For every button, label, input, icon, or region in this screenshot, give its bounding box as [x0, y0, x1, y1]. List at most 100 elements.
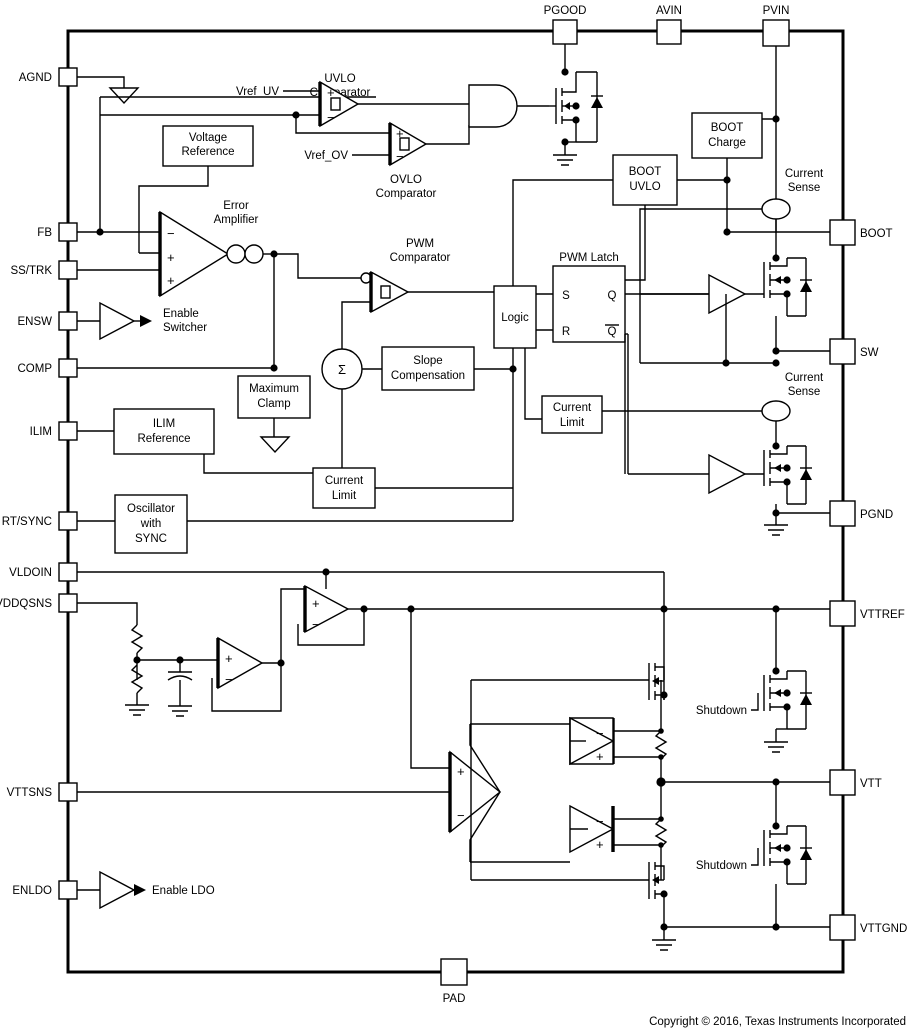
wire-vddqsns-in — [77, 602, 138, 625]
boot-charge-line2: Charge — [708, 137, 746, 149]
pgnd-ground-symbol — [764, 513, 788, 536]
block-current-limit-right: Current Limit — [541, 395, 603, 434]
copyright-notice: Copyright © 2016, Texas Instruments Inco… — [649, 1016, 906, 1028]
pin-label-vttref: VTTREF — [860, 609, 905, 621]
pin-vddqsns[interactable]: VDDQSNS — [0, 593, 78, 613]
osc-line2: with — [140, 518, 161, 530]
low-side-mosfet — [628, 421, 812, 505]
pin-boot[interactable]: BOOT — [829, 219, 893, 246]
ilim-ref-line2: Reference — [137, 433, 190, 445]
pin-pgnd[interactable]: PGND — [829, 500, 893, 527]
max-clamp-line1: Maximum — [249, 383, 299, 395]
pgood-mosfet — [549, 44, 603, 166]
pin-vtt[interactable]: VTT — [829, 769, 882, 796]
pin-label-pgood: PGOOD — [544, 5, 587, 17]
and-gate — [468, 84, 549, 128]
pin-vttref[interactable]: VTTREF — [829, 600, 905, 627]
block-ilim-reference: ILIM Reference — [77, 408, 215, 455]
pin-label-ilim: ILIM — [30, 426, 52, 438]
pin-vttgnd[interactable]: VTTGND — [829, 914, 907, 941]
block-voltage-reference: Voltage Reference — [162, 125, 254, 167]
pin-sw[interactable]: SW — [829, 338, 879, 365]
block-current-limit-lower: Current Limit — [312, 467, 376, 509]
pin-ilim[interactable]: ILIM — [30, 421, 78, 441]
slope-line2: Compensation — [391, 370, 465, 382]
voltage-reference-line2: Reference — [181, 146, 234, 158]
block-boot-charge: BOOT Charge — [691, 112, 763, 159]
pin-label-boot: BOOT — [860, 228, 893, 240]
vtt-sense-resistors — [654, 680, 668, 880]
block-boot-uvlo: BOOT UVLO — [612, 154, 678, 206]
cs-lo-line1: Current — [785, 372, 824, 384]
block-logic: Logic — [493, 285, 537, 349]
pin-pad[interactable]: PAD — [440, 958, 468, 1005]
wire-pwm-minus-in — [341, 301, 371, 352]
pin-avin[interactable]: AVIN — [656, 5, 682, 45]
climit-lo-line1: Current — [325, 475, 364, 487]
buf1-plus: + — [225, 651, 233, 666]
pin-comp[interactable]: COMP — [18, 358, 78, 378]
summing-node: Σ — [321, 348, 382, 468]
wire-ea-to-pwm — [274, 253, 362, 279]
pin-vttsns[interactable]: VTTSNS — [7, 782, 78, 802]
buf2-minus: − — [312, 617, 320, 632]
pin-label-vttgnd: VTTGND — [860, 923, 907, 935]
pin-fb[interactable]: FB — [37, 222, 78, 242]
uvlo-minus: − — [327, 110, 335, 125]
cs-lo-line2: Sense — [788, 386, 821, 398]
boot-charge-line1: BOOT — [711, 122, 744, 134]
junction-fb — [96, 228, 104, 236]
pin-ss-trk[interactable]: SS/TRK — [10, 260, 78, 280]
ovlo-label-line1: OVLO — [390, 174, 422, 186]
ea-out-circle-1 — [226, 244, 246, 264]
enable-switcher: Enable Switcher — [77, 301, 207, 341]
ldo-pass-mosfet-lower — [470, 792, 676, 951]
pin-agnd[interactable]: AGND — [19, 67, 78, 87]
enable-ldo: Enable LDO — [77, 870, 215, 910]
vref-ov-label: Vref_OV — [304, 150, 348, 162]
vref-uv-label: Vref_UV — [236, 86, 279, 98]
pin-pvin[interactable]: PVIN — [762, 5, 790, 47]
ovlo-comparator: + − Vref_OV OVLO Comparator — [304, 121, 437, 200]
vtt-amp-plus: + — [457, 764, 465, 779]
latch-q: Q — [608, 290, 617, 302]
max-clamp-line2: Clamp — [257, 398, 290, 410]
current-sense-low: Current Sense — [602, 372, 824, 422]
wire-logic-to-climit-r — [524, 348, 542, 420]
junction-vttref-ldo — [660, 605, 668, 613]
block-slope-compensation: Slope Compensation — [381, 346, 475, 391]
pin-label-comp: COMP — [18, 363, 53, 375]
latch-r: R — [562, 326, 570, 338]
junction-boot-pin — [723, 228, 731, 236]
climit-lo-line2: Limit — [332, 490, 357, 502]
junction-sw — [772, 347, 780, 355]
pin-label-enldo: ENLDO — [12, 885, 52, 897]
ea-plus2: + — [167, 273, 175, 288]
uvlo-comparator: UVLO Comparator + − Vref_UV — [236, 73, 371, 128]
enable-switcher-line1: Enable — [163, 308, 199, 320]
climit-r-line1: Current — [553, 402, 592, 414]
pwm-comparator: PWM Comparator — [341, 238, 494, 352]
ovlo-minus: − — [396, 149, 404, 164]
pin-pgood[interactable]: PGOOD — [544, 5, 587, 45]
pin-rt-sync[interactable]: RT/SYNC — [2, 511, 78, 531]
pin-vldoin[interactable]: VLDOIN — [9, 562, 78, 582]
ea-out-circle-2 — [244, 244, 264, 264]
pin-label-vtt: VTT — [860, 778, 882, 790]
block-maximum-clamp: Maximum Clamp — [237, 375, 311, 454]
sigma-symbol: Σ — [338, 362, 346, 377]
vtt-amp-minus: − — [457, 808, 465, 823]
cs-hi-line2: Sense — [788, 182, 821, 194]
junction-vldoin-buf — [322, 568, 330, 576]
agnd-ground-symbol — [77, 76, 140, 105]
vtt-lo-plus: + — [596, 837, 604, 852]
pin-label-rt-sync: RT/SYNC — [2, 516, 52, 528]
osc-line1: Oscillator — [127, 503, 175, 515]
pin-ensw[interactable]: ENSW — [18, 311, 78, 331]
ea-label-line2: Amplifier — [214, 214, 259, 226]
boot-uvlo-line1: BOOT — [629, 166, 662, 178]
osc-line3: SYNC — [135, 533, 167, 545]
pin-enldo[interactable]: ENLDO — [12, 880, 78, 900]
pin-label-avin: AVIN — [656, 5, 682, 17]
pwmc-line1: PWM — [406, 238, 434, 250]
